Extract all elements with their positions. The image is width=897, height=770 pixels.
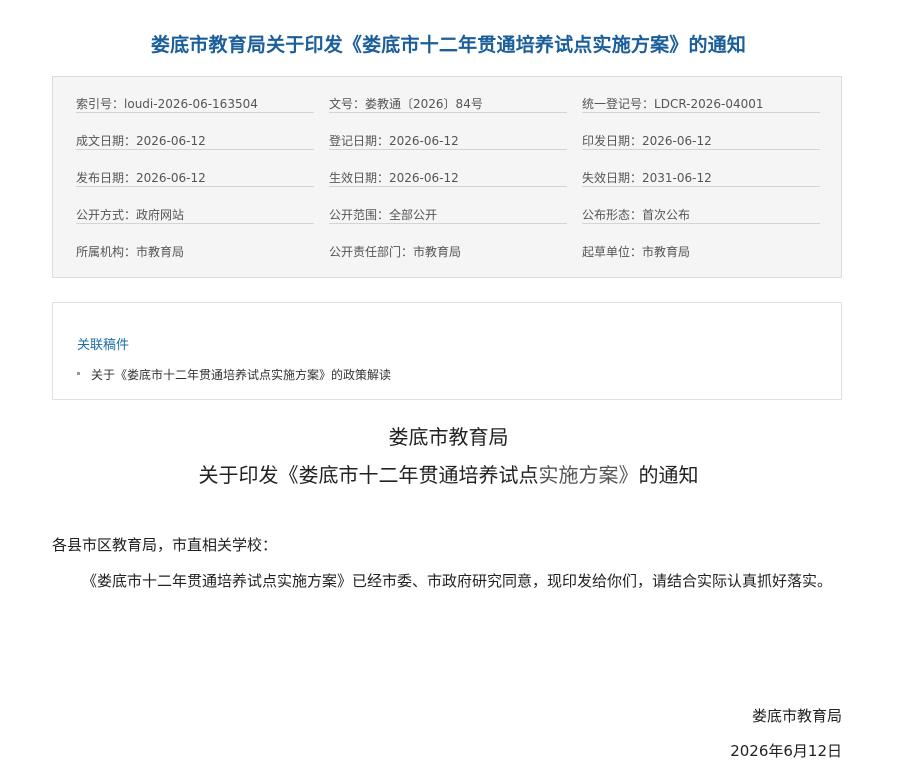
meta-disclosure-method: 公开方式：政府网站 — [76, 188, 314, 224]
meta-expiry-date: 失效日期：2031-06-12 — [582, 151, 820, 187]
related-documents-panel: 关联稿件 关于《娄底市十二年贯通培养试点实施方案》的政策解读 — [52, 302, 842, 400]
related-document-link[interactable]: 关于《娄底市十二年贯通培养试点实施方案》的政策解读 — [77, 366, 391, 383]
document-signature-date: 2026年6月12日 — [730, 742, 842, 760]
document-salutation: 各县市区教育局，市直相关学校： — [52, 536, 278, 554]
page-title: 娄底市教育局关于印发《娄底市十二年贯通培养试点实施方案》的通知 — [150, 34, 747, 56]
meta-agency: 所属机构：市教育局 — [76, 245, 185, 259]
document-signature-org: 娄底市教育局 — [751, 707, 842, 725]
meta-disclosure-scope: 公开范围：全部公开 — [329, 188, 567, 224]
meta-row-4: 公开方式：政府网站 公开范围：全部公开 公布形态：首次公布 — [76, 188, 821, 225]
meta-row-5: 所属机构：市教育局 公开责任部门：市教育局 起草单位：市教育局 — [76, 225, 821, 262]
meta-printed-date: 印发日期：2026-06-12 — [582, 114, 820, 150]
document-metadata-panel: 索引号：loudi-2026-06-163504 文号：娄教通〔2026〕84号… — [52, 76, 842, 278]
document-subject-heading: 关于印发《娄底市十二年贯通培养试点实施方案》的通知 — [198, 463, 699, 487]
meta-row-1: 索引号：loudi-2026-06-163504 文号：娄教通〔2026〕84号… — [76, 77, 821, 114]
related-documents-title: 关联稿件 — [77, 338, 130, 353]
meta-responsible-dept: 公开责任部门：市教育局 — [329, 245, 462, 259]
meta-row-3: 发布日期：2026-06-12 生效日期：2026-06-12 失效日期：203… — [76, 151, 821, 188]
meta-written-date: 成文日期：2026-06-12 — [76, 114, 314, 150]
meta-registered-date: 登记日期：2026-06-12 — [329, 114, 567, 150]
meta-effective-date: 生效日期：2026-06-12 — [329, 151, 567, 187]
document-body-paragraph: 《娄底市十二年贯通培养试点实施方案》已经市委、市政府研究同意，现印发给你们，请结… — [82, 572, 833, 590]
document-issuer-heading: 娄底市教育局 — [388, 425, 509, 449]
meta-index-no: 索引号：loudi-2026-06-163504 — [76, 77, 314, 113]
meta-registration-no: 统一登记号：LDCR-2026-04001 — [582, 77, 820, 113]
meta-row-2: 成文日期：2026-06-12 登记日期：2026-06-12 印发日期：202… — [76, 114, 821, 151]
meta-release-form: 公布形态：首次公布 — [582, 188, 820, 224]
meta-doc-no: 文号：娄教通〔2026〕84号 — [329, 77, 567, 113]
meta-published-date: 发布日期：2026-06-12 — [76, 151, 314, 187]
bullet-icon — [77, 372, 80, 375]
related-document-link-text[interactable]: 关于《娄底市十二年贯通培养试点实施方案》的政策解读 — [91, 368, 391, 382]
meta-drafting-unit: 起草单位：市教育局 — [582, 245, 691, 259]
